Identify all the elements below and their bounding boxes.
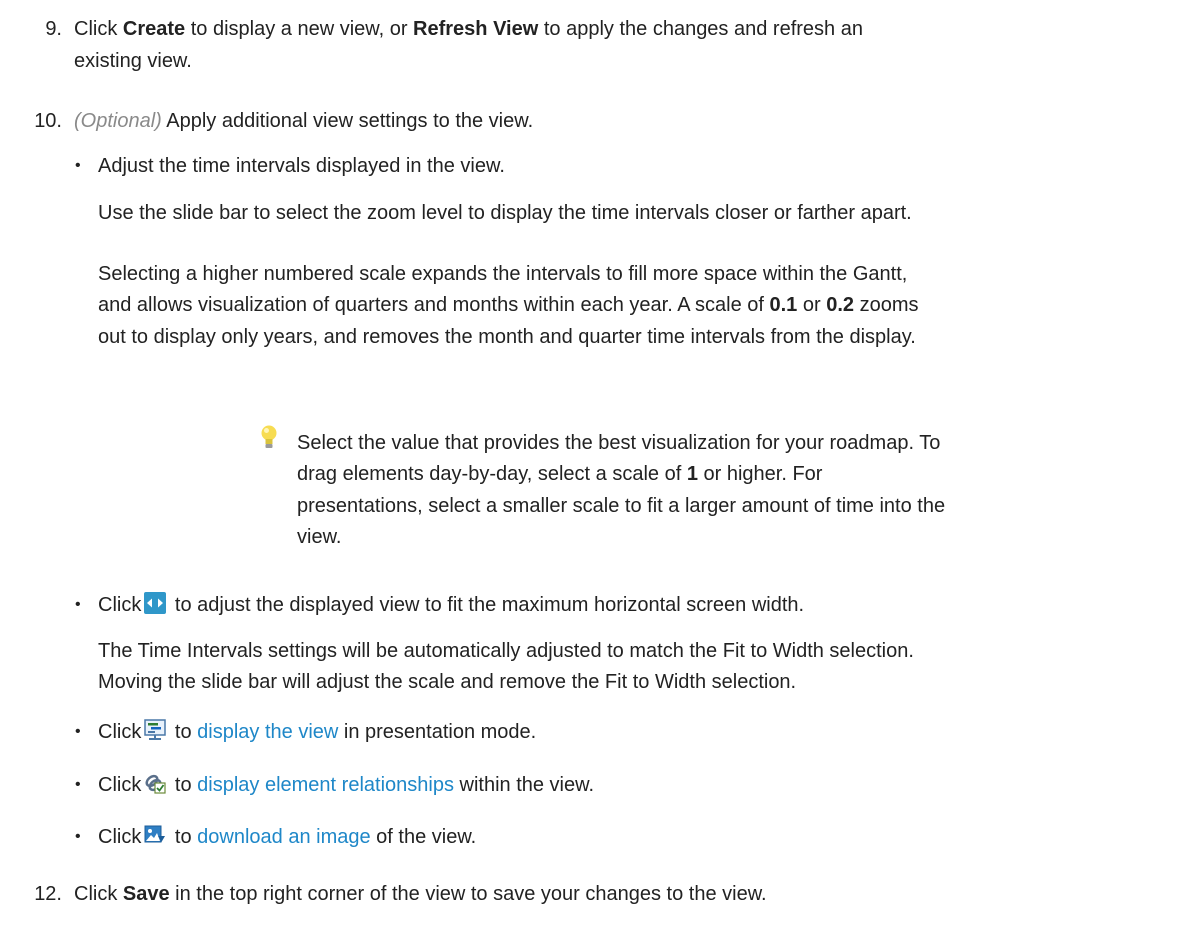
fit-note-line-1: The Time Intervals settings will be auto… — [98, 640, 914, 662]
scale-paragraph-line-1: Selecting a higher numbered scale expand… — [98, 263, 908, 285]
slide-bar-paragraph: Use the slide bar to select the zoom lev… — [98, 202, 912, 224]
fit-to-width-line: Click to adjust the displayed view to fi… — [98, 592, 805, 616]
scale-paragraph-line-3: out to display only years, and removes t… — [98, 326, 916, 348]
refresh-view-label: Refresh View — [413, 18, 539, 40]
tip-line-3: presentations, select a smaller scale to… — [297, 495, 946, 517]
presentation-line: Click to display the view in presentatio… — [98, 719, 537, 743]
step-9-line-2: existing view. — [74, 50, 192, 72]
scale-paragraph-line-2: and allows visualization of quarters and… — [98, 294, 919, 316]
download-image-icon[interactable] — [144, 824, 166, 846]
bullet: • — [75, 596, 81, 613]
download-image-line: Click to download an image of the view. — [98, 824, 477, 848]
step-10-number: 10. — [34, 110, 62, 132]
bullet: • — [75, 157, 81, 174]
presentation-mode-icon[interactable] — [144, 719, 167, 741]
bullet: • — [75, 828, 81, 845]
relationships-icon[interactable] — [144, 772, 166, 794]
step-10-text: (Optional) Apply additional view setting… — [74, 110, 534, 132]
relationships-line: Click to display element relationships w… — [98, 772, 595, 796]
tip-line-2: drag elements day-by-day, select a scale… — [297, 463, 823, 485]
create-label: Create — [122, 18, 186, 40]
step-9-line-1: Click Create to display a new view, or R… — [74, 18, 863, 40]
download-an-image-link[interactable]: download an image — [197, 826, 370, 848]
bullet-adjust-intervals: Adjust the time intervals displayed in t… — [98, 155, 505, 177]
lightbulb-icon — [261, 425, 277, 448]
bullet: • — [75, 723, 81, 740]
step-9-number: 9. — [45, 18, 62, 40]
display-element-relationships-link[interactable]: display element relationships — [197, 774, 454, 796]
tip-line-4: view. — [297, 526, 342, 548]
optional-label: (Optional) — [74, 110, 162, 132]
save-label: Save — [122, 883, 170, 905]
step-12-text: Click Save in the top right corner of th… — [74, 883, 767, 905]
fit-note-line-2: Moving the slide bar will adjust the sca… — [98, 671, 797, 693]
bullet: • — [75, 776, 81, 793]
display-the-view-link[interactable]: display the view — [197, 721, 338, 743]
help-page: 9. Click Create to display a new view, o… — [0, 0, 1180, 929]
step-12-number: 12. — [34, 883, 62, 905]
fit-to-width-icon[interactable] — [144, 592, 167, 614]
tip-line-1: Select the value that provides the best … — [297, 432, 941, 454]
